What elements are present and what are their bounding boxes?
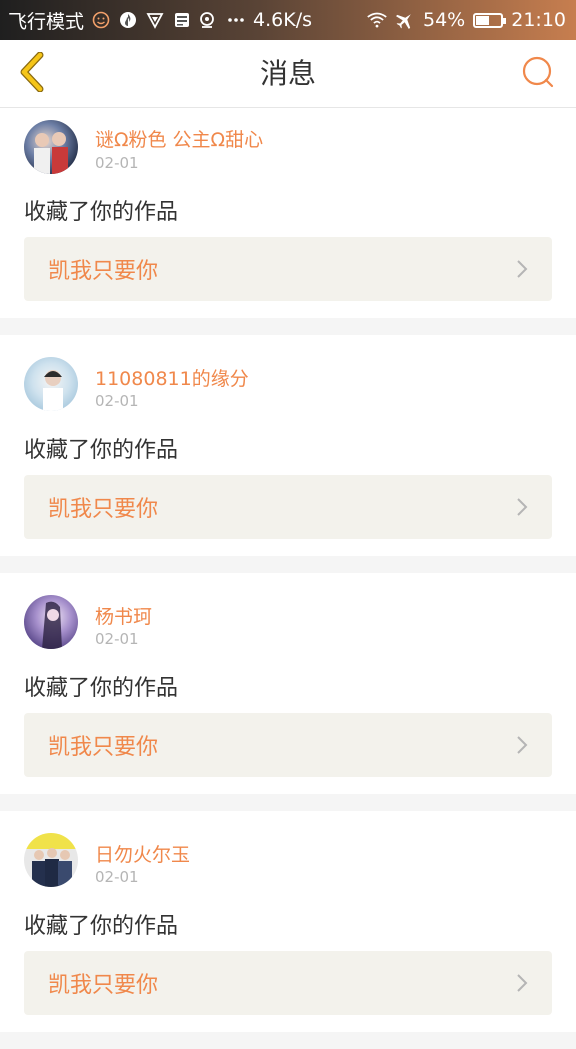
- shield-icon: [145, 10, 165, 30]
- work-title: 凯我只要你: [48, 497, 159, 522]
- message-list: 谜Ω粉色 公主Ω甜心 02-01 收藏了你的作品 凯我只要你 11080811的…: [0, 108, 576, 1049]
- airplane-icon: [395, 10, 415, 30]
- battery-icon: [473, 12, 507, 28]
- storage-icon: [172, 10, 192, 30]
- search-button[interactable]: [518, 54, 558, 94]
- work-link[interactable]: 凯我只要你: [24, 713, 552, 777]
- work-link[interactable]: 凯我只要你: [24, 475, 552, 539]
- message-card: 杨书珂 02-01 收藏了你的作品 凯我只要你: [0, 573, 576, 794]
- action-text: 收藏了你的作品: [24, 914, 179, 939]
- fire-icon: [118, 10, 138, 30]
- username[interactable]: 谜Ω粉色 公主Ω甜心: [95, 125, 263, 152]
- clock: 21:10: [511, 9, 566, 31]
- search-icon: [521, 55, 555, 93]
- work-link[interactable]: 凯我只要你: [24, 237, 552, 301]
- message-date: 02-01: [95, 154, 139, 172]
- airplane-mode-label: 飞行模式: [8, 10, 85, 33]
- action-text: 收藏了你的作品: [24, 200, 179, 225]
- message-card: 日勿火尔玉 02-01 收藏了你的作品 凯我只要你: [0, 811, 576, 1032]
- chevron-right-icon: [516, 497, 528, 517]
- avatar[interactable]: [24, 357, 78, 411]
- work-title: 凯我只要你: [48, 735, 159, 760]
- message-card: 11080811的缘分 02-01 收藏了你的作品 凯我只要你: [0, 335, 576, 556]
- status-bar: 飞行模式 4.6K/s 54% 21:10: [0, 0, 576, 40]
- chevron-right-icon: [516, 973, 528, 993]
- action-text: 收藏了你的作品: [24, 676, 179, 701]
- radar-icon: [199, 10, 219, 30]
- work-title: 凯我只要你: [48, 259, 159, 284]
- chevron-right-icon: [516, 259, 528, 279]
- battery-percent: 54%: [423, 9, 466, 31]
- work-link[interactable]: 凯我只要你: [24, 951, 552, 1015]
- work-title: 凯我只要你: [48, 973, 159, 998]
- message-date: 02-01: [95, 630, 139, 648]
- username[interactable]: 杨书珂: [95, 602, 152, 629]
- avatar[interactable]: [24, 833, 78, 887]
- message-date: 02-01: [95, 392, 139, 410]
- chevron-right-icon: [516, 735, 528, 755]
- username[interactable]: 日勿火尔玉: [95, 840, 190, 867]
- avatar[interactable]: [24, 120, 78, 174]
- battery-fill: [476, 15, 490, 25]
- wifi-icon: [367, 10, 387, 30]
- more-dots-icon: [226, 10, 246, 30]
- network-speed: 4.6K/s: [253, 9, 312, 31]
- message-date: 02-01: [95, 868, 139, 886]
- smile-icon: [91, 10, 111, 30]
- app-header: 消息: [0, 40, 576, 108]
- avatar[interactable]: [24, 595, 78, 649]
- message-card: 谜Ω粉色 公主Ω甜心 02-01 收藏了你的作品 凯我只要你: [0, 108, 576, 318]
- page-title: 消息: [259, 57, 316, 90]
- username[interactable]: 11080811的缘分: [95, 364, 249, 391]
- action-text: 收藏了你的作品: [24, 438, 179, 463]
